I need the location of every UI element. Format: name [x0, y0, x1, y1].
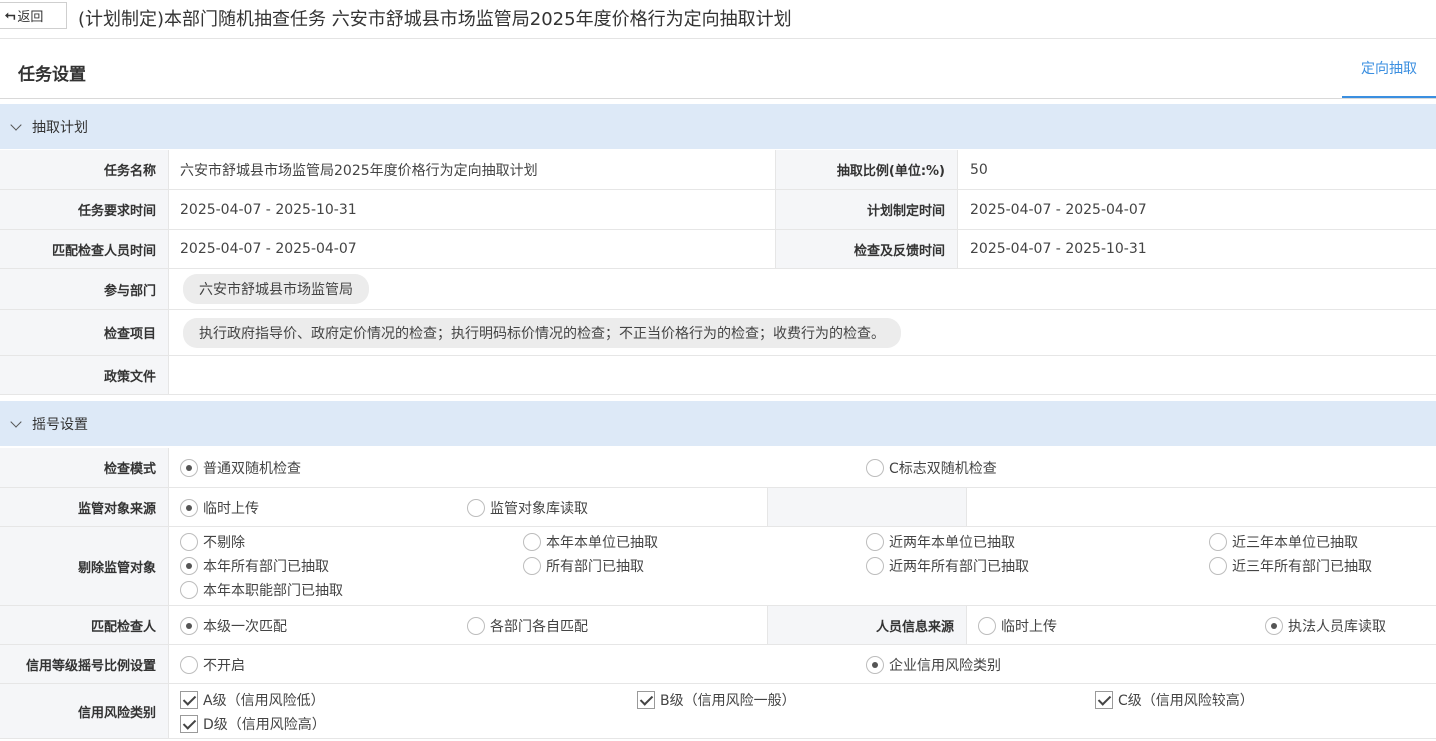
radio-exclude-this-year-unit[interactable]: 本年本单位已抽取 — [523, 532, 658, 552]
row-task-name: 任务名称 六安市舒城县市场监管局2025年度价格行为定向抽取计划 抽取比例(单位… — [0, 150, 1436, 190]
checkbox-risk-b[interactable]: B级（信用风险一般） — [637, 690, 796, 710]
row-object-source: 监管对象来源 临时上传 监管对象库读取 — [0, 488, 1436, 527]
radio-source-library[interactable]: 监管对象库读取 — [467, 498, 588, 518]
page-title: (计划制定)本部门随机抽查任务 六安市舒城县市场监管局2025年度价格行为定向抽… — [78, 9, 792, 30]
feedback-time-label: 检查及反馈时间 — [776, 230, 958, 268]
row-credit-ratio: 信用等级摇号比例设置 不开启 企业信用风险类别 — [0, 645, 1436, 684]
radio-exclude-this-year-all[interactable]: 本年所有部门已抽取 — [180, 556, 329, 576]
row-exclude-objects: 剔除监管对象 不剔除 本年本单位已抽取 近两年本单位已抽取 近三年本单位已抽取 … — [0, 527, 1436, 606]
row-match-time: 匹配检查人员时间 2025-04-07 - 2025-04-07 检查及反馈时间… — [0, 230, 1436, 269]
chevron-down-icon — [10, 118, 22, 131]
checkbox-icon — [180, 715, 198, 733]
tab-directed-extraction[interactable]: 定向抽取 — [1342, 40, 1436, 98]
plan-time-label: 计划制定时间 — [776, 190, 958, 229]
ratio-label: 抽取比例(单位:%) — [776, 150, 958, 189]
row-required-time: 任务要求时间 2025-04-07 - 2025-10-31 计划制定时间 20… — [0, 190, 1436, 230]
checkbox-risk-d[interactable]: D级（信用风险高） — [180, 714, 326, 734]
radio-inspector-one-time[interactable]: 本级一次匹配 — [180, 616, 287, 636]
required-time-label: 任务要求时间 — [0, 190, 169, 229]
lottery-section-title: 摇号设置 — [32, 416, 88, 433]
feedback-time-value: 2025-04-07 - 2025-10-31 — [970, 241, 1147, 257]
check-items-label: 检查项目 — [0, 310, 169, 355]
radio-icon — [180, 459, 198, 477]
back-button[interactable]: ⮢ 返回 — [0, 2, 67, 29]
plan-section-header[interactable]: 抽取计划 — [0, 104, 1436, 149]
row-policy-files: 政策文件 — [0, 356, 1436, 395]
radio-personnel-temp-upload[interactable]: 临时上传 — [978, 616, 1057, 636]
object-source-label: 监管对象来源 — [0, 488, 169, 526]
back-button-label: 返回 — [17, 10, 44, 25]
radio-credit-off[interactable]: 不开启 — [180, 655, 245, 675]
match-time-value: 2025-04-07 - 2025-04-07 — [180, 241, 357, 257]
row-check-items: 检查项目 执行政府指导价、政府定价情况的检查；执行明码标价情况的检查；不正当价格… — [0, 310, 1436, 356]
department-label: 参与部门 — [0, 269, 169, 309]
radio-exclude-none[interactable]: 不剔除 — [180, 532, 245, 552]
check-items-tag: 执行政府指导价、政府定价情况的检查；执行明码标价情况的检查；不正当价格行为的检查… — [183, 317, 901, 348]
required-time-value: 2025-04-07 - 2025-10-31 — [180, 201, 357, 218]
exclude-objects-label: 剔除监管对象 — [0, 527, 169, 605]
row-department: 参与部门 六安市舒城县市场监管局 — [0, 269, 1436, 310]
match-inspector-label: 匹配检查人 — [0, 606, 169, 644]
personnel-source-label: 人员信息来源 — [767, 606, 967, 644]
checkbox-icon — [637, 691, 655, 709]
task-name-label: 任务名称 — [0, 150, 169, 189]
row-match-inspector: 匹配检查人 本级一次匹配 各部门各自匹配 人员信息来源 临时上传 执法人员库读取 — [0, 606, 1436, 645]
ratio-value: 50 — [970, 161, 988, 178]
radio-exclude-three-years-all[interactable]: 近三年所有部门已抽取 — [1209, 556, 1372, 576]
radio-exclude-all-depts[interactable]: 所有部门已抽取 — [523, 556, 644, 576]
risk-category-label: 信用风险类别 — [0, 684, 169, 738]
radio-mode-c-mark[interactable]: C标志双随机检查 — [866, 458, 997, 478]
policy-files-label: 政策文件 — [0, 356, 169, 394]
task-settings-bar: 任务设置 定向抽取 — [0, 40, 1436, 99]
radio-exclude-two-years-all[interactable]: 近两年所有部门已抽取 — [866, 556, 1029, 576]
checkbox-icon — [180, 691, 198, 709]
plan-time-value: 2025-04-07 - 2025-04-07 — [970, 201, 1147, 218]
radio-exclude-this-year-function[interactable]: 本年本职能部门已抽取 — [180, 580, 343, 600]
radio-exclude-two-years-unit[interactable]: 近两年本单位已抽取 — [866, 532, 1015, 552]
radio-credit-enterprise-risk[interactable]: 企业信用风险类别 — [866, 655, 1001, 675]
radio-source-temp-upload[interactable]: 临时上传 — [180, 498, 259, 518]
match-time-label: 匹配检查人员时间 — [0, 230, 169, 268]
checkbox-risk-c[interactable]: C级（信用风险较高） — [1095, 690, 1254, 710]
radio-mode-normal[interactable]: 普通双随机检查 — [180, 458, 301, 478]
return-icon: ⮢ — [5, 8, 16, 23]
chevron-down-icon — [10, 415, 22, 428]
radio-exclude-three-years-unit[interactable]: 近三年本单位已抽取 — [1209, 532, 1358, 552]
radio-icon — [180, 499, 198, 517]
radio-icon — [866, 459, 884, 477]
top-bar: ⮢ 返回 (计划制定)本部门随机抽查任务 六安市舒城县市场监管局2025年度价格… — [0, 0, 1436, 39]
row-risk-category: 信用风险类别 A级（信用风险低） B级（信用风险一般） C级（信用风险较高） D… — [0, 684, 1436, 739]
check-mode-label: 检查模式 — [0, 448, 169, 487]
task-name-value: 六安市舒城县市场监管局2025年度价格行为定向抽取计划 — [180, 162, 538, 179]
department-tag: 六安市舒城县市场监管局 — [183, 274, 369, 304]
task-settings-title: 任务设置 — [18, 65, 86, 85]
row-check-mode: 检查模式 普通双随机检查 C标志双随机检查 — [0, 448, 1436, 488]
checkbox-icon — [1095, 691, 1113, 709]
credit-ratio-label: 信用等级摇号比例设置 — [0, 645, 169, 683]
plan-section-title: 抽取计划 — [32, 119, 88, 136]
checkbox-risk-a[interactable]: A级（信用风险低） — [180, 690, 325, 710]
radio-personnel-library[interactable]: 执法人员库读取 — [1265, 616, 1386, 636]
lottery-section-header[interactable]: 摇号设置 — [0, 401, 1436, 446]
radio-icon — [467, 499, 485, 517]
radio-inspector-each-dept[interactable]: 各部门各自匹配 — [467, 616, 588, 636]
